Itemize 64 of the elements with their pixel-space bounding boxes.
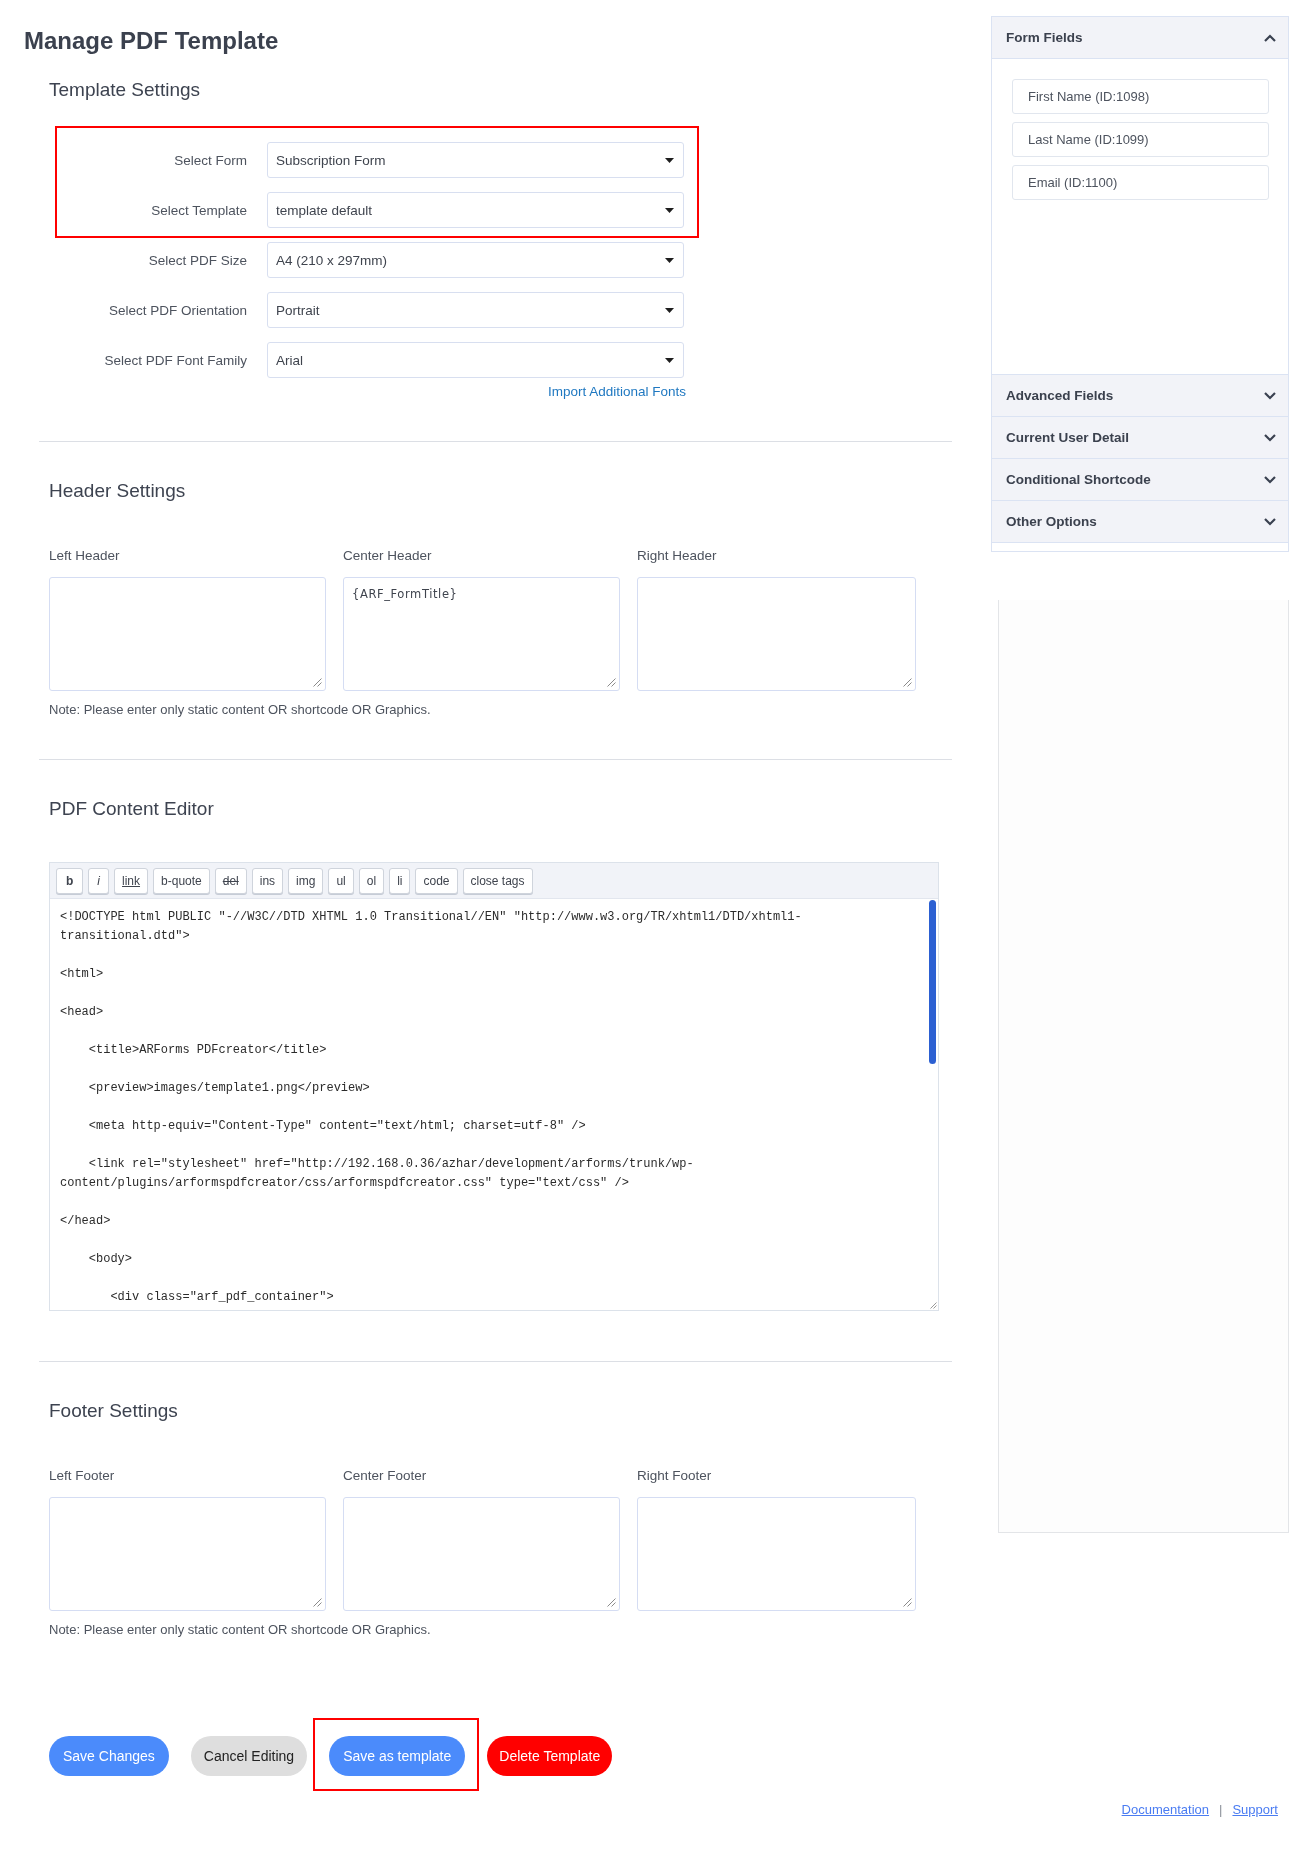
field-label: Select Form — [174, 152, 247, 168]
page-title: Manage PDF Template — [24, 26, 279, 56]
format-button[interactable]: code — [415, 868, 458, 894]
field-label: Center Header — [343, 548, 432, 564]
form-field-item[interactable]: Last Name (ID:1099) — [1012, 122, 1269, 157]
resize-grip-icon[interactable] — [607, 1598, 616, 1607]
dropdown[interactable]: template default — [267, 192, 684, 228]
format-button[interactable]: del — [214, 868, 247, 894]
caret-icon — [665, 207, 674, 213]
field-label: Select PDF Size — [148, 252, 247, 268]
resize-grip-icon[interactable] — [607, 678, 616, 687]
field-label: Right Header — [637, 548, 717, 564]
caret-icon — [665, 157, 674, 163]
section-title: Header Settings — [49, 479, 186, 503]
caret-icon — [665, 357, 674, 363]
form-field-item[interactable]: First Name (ID:1098) — [1012, 79, 1269, 114]
format-button[interactable]: img — [288, 868, 324, 894]
scrollbar-thumb[interactable] — [929, 900, 936, 1064]
footer-link[interactable]: Support — [1232, 1802, 1278, 1818]
section-title: PDF Content Editor — [49, 797, 214, 821]
caret-icon — [665, 257, 674, 263]
accordion-header[interactable]: Other Options — [992, 501, 1288, 543]
dropdown[interactable]: A4 (210 x 297mm) — [267, 242, 684, 278]
resize-grip-icon[interactable] — [313, 678, 322, 687]
footer-link[interactable]: Documentation — [1121, 1802, 1210, 1818]
accordion-header[interactable]: Form Fields — [992, 17, 1288, 59]
resize-grip-icon[interactable] — [930, 1302, 937, 1309]
note-text: Note: Please enter only static content OR shortcode OR Graphics. — [49, 1622, 431, 1638]
code-field[interactable]: <!DOCTYPE html PUBLIC "-//W3C//DTD XHTML 1.0 Transitional//EN" "http://www.w3.org/TR/xhtml1/DTD/xhtml1-transitional.dtd"> <html> <head> <title>ARForms PDFcreator</title> <preview>images/template1.png</preview> <meta http-equiv="Content-Type" content="text/html; charset=utf-8" /> <link rel="stylesheet" href="http://192.168.0.36/azhar/development/arforms/trunk/wp-content/plugins/arformspdfcreator/css/arformspdfcreator.css" type="text/css" /> </head> <body> <div class="arf_pdf_container"> — [50, 899, 938, 1310]
field-label: Select PDF Font Family — [104, 352, 247, 368]
format-button[interactable]: i — [88, 868, 109, 894]
note-text: Note: Please enter only static content OR shortcode OR Graphics. — [49, 702, 431, 718]
field-label: Left Header — [49, 548, 120, 564]
format-button[interactable]: li — [389, 868, 411, 894]
dropdown[interactable]: Arial — [267, 342, 684, 378]
format-button[interactable]: link — [114, 868, 149, 894]
field-label: Right Footer — [637, 1468, 712, 1484]
link-separator: | — [1219, 1802, 1223, 1818]
action-button[interactable]: Delete Template — [487, 1736, 613, 1776]
format-button[interactable]: ins — [251, 868, 284, 894]
dropdown[interactable]: Portrait — [267, 292, 684, 328]
field-label: Left Footer — [49, 1468, 115, 1484]
caret-icon — [665, 307, 674, 313]
section-title: Footer Settings — [49, 1399, 178, 1423]
form-field-item[interactable]: Email (ID:1100) — [1012, 165, 1269, 200]
field-label: Select PDF Orientation — [108, 302, 247, 318]
text-area[interactable]: {ARF_FormTitle} — [343, 577, 620, 691]
field-label: Select Template — [151, 202, 247, 218]
accordion-header[interactable]: Advanced Fields — [992, 375, 1288, 417]
resize-grip-icon[interactable] — [903, 678, 912, 687]
format-button[interactable]: close tags — [462, 868, 533, 894]
format-button[interactable]: b — [56, 868, 84, 894]
field-label: Center Footer — [343, 1468, 427, 1484]
format-button[interactable]: ul — [328, 868, 354, 894]
resize-grip-icon[interactable] — [903, 1598, 912, 1607]
accordion-header[interactable]: Current User Detail — [992, 417, 1288, 459]
action-button[interactable]: Cancel Editing — [190, 1736, 308, 1776]
section-title: Template Settings — [49, 78, 201, 102]
format-button[interactable]: b-quote — [153, 868, 210, 894]
accordion-header[interactable]: Conditional Shortcode — [992, 459, 1288, 501]
dropdown[interactable]: Subscription Form — [267, 142, 684, 178]
import-fonts-link[interactable]: Import Additional Fonts — [547, 384, 686, 400]
format-button[interactable]: ol — [358, 868, 385, 894]
resize-grip-icon[interactable] — [313, 1598, 322, 1607]
